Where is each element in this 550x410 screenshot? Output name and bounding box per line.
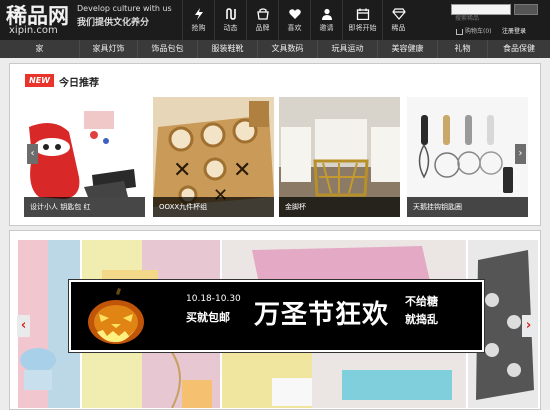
category-clothing[interactable]: 服装鞋靴 — [198, 40, 258, 58]
nav-label: 动态 — [223, 23, 238, 32]
search-input[interactable] — [452, 14, 510, 23]
promo-note: 不给糖 — [405, 295, 438, 308]
nav-xipin[interactable]: 稀品 — [382, 0, 414, 40]
nav-flash-sale[interactable]: 抢购 — [182, 0, 214, 40]
next-arrow[interactable]: › — [515, 144, 526, 164]
product-caption: OOXX九件杯组 — [153, 197, 274, 217]
nav-brand[interactable]: 品牌 — [246, 0, 278, 40]
category-bar: 家 家具灯饰 饰品包包 服装鞋靴 文具数码 玩具运动 美容健康 礼物 食品保健 — [0, 40, 550, 58]
nav-label: 品牌 — [255, 23, 270, 32]
product-card[interactable]: 设计小人 钥匙包 红 — [24, 97, 145, 217]
brand-icon — [256, 7, 269, 20]
category-stationery[interactable]: 文具数码 — [258, 40, 318, 58]
search-button[interactable] — [514, 4, 538, 15]
category-beauty[interactable]: 美容健康 — [378, 40, 438, 58]
calendar-icon — [356, 8, 369, 20]
top-header: 稀品网 xipin.com Develop culture with us 我们… — [0, 0, 550, 40]
promo-slider: 10.18-10.30 买就包邮 万圣节狂欢 不给糖 就捣乱 ‹ › — [9, 230, 541, 410]
header-nav: 抢购 动态 品牌 喜欢 邀请 即将开始 稀品 — [182, 0, 414, 40]
nav-label: 稀品 — [391, 23, 406, 32]
login-link[interactable]: 注册登录 — [502, 26, 526, 35]
svg-text:✕: ✕ — [233, 158, 251, 183]
heart-icon — [288, 8, 301, 19]
category-toys[interactable]: 玩具运动 — [318, 40, 378, 58]
svg-text:✕: ✕ — [173, 158, 191, 183]
nav-invite[interactable]: 邀请 — [310, 0, 342, 40]
cart-icon — [456, 28, 463, 35]
category-accessories[interactable]: 饰品包包 — [138, 40, 198, 58]
halloween-banner[interactable]: 10.18-10.30 买就包邮 万圣节狂欢 不给糖 就捣乱 — [69, 280, 484, 352]
product-caption: 天鹅挂钩钥匙圈 — [407, 197, 528, 217]
product-card[interactable]: 金脚杯 — [279, 97, 400, 217]
product-card[interactable]: 天鹅挂钩钥匙圈 — [407, 97, 528, 217]
slider-next-arrow[interactable]: › — [522, 315, 535, 337]
promo-subtitle: 买就包邮 — [186, 311, 230, 324]
category-home[interactable]: 家 — [0, 40, 80, 58]
section-title: 今日推荐 — [59, 78, 99, 89]
pumpkin-icon — [88, 288, 144, 344]
logo-domain[interactable]: xipin.com — [9, 25, 58, 36]
recommend-panel: NEW 今日推荐 设计小人 钥匙包 红 ‹ ✕ ✕ ✕ OOXX九件杯组 金脚杯… — [9, 63, 541, 226]
nav-favorites[interactable]: 喜欢 — [278, 0, 310, 40]
nav-label: 喜欢 — [287, 23, 302, 32]
prev-arrow[interactable]: ‹ — [27, 144, 38, 164]
search-box — [451, 4, 511, 23]
lightning-icon — [194, 7, 203, 20]
product-caption: 设计小人 钥匙包 红 — [24, 197, 145, 217]
user-icon — [321, 8, 332, 20]
nav-activity[interactable]: 动态 — [214, 0, 246, 40]
promo-title: 万圣节狂欢 — [254, 300, 390, 330]
slogan-chinese: 我们提供文化养分 — [77, 18, 150, 28]
product-caption: 金脚杯 — [279, 197, 400, 217]
slider-prev-arrow[interactable]: ‹ — [17, 315, 30, 337]
nav-coming-soon[interactable]: 即将开始 — [342, 0, 382, 40]
slogan-english: Develop culture with us — [77, 4, 172, 13]
new-badge: NEW — [25, 74, 54, 87]
category-furniture[interactable]: 家具灯饰 — [80, 40, 138, 58]
nav-label: 即将开始 — [348, 23, 377, 32]
diamond-icon — [391, 7, 406, 20]
promo-date: 10.18-10.30 — [186, 294, 241, 304]
cart-label: 购物车(0) — [465, 28, 492, 35]
cart-link[interactable]: 购物车(0) — [456, 26, 492, 35]
nav-label: 邀请 — [319, 23, 334, 32]
promo-note: 就捣乱 — [405, 313, 438, 326]
product-card[interactable]: ✕ ✕ ✕ OOXX九件杯组 — [153, 97, 274, 217]
nav-label: 抢购 — [191, 23, 206, 32]
category-food[interactable]: 食品保健 — [488, 40, 550, 58]
activity-icon — [225, 7, 236, 20]
category-gifts[interactable]: 礼物 — [438, 40, 488, 58]
